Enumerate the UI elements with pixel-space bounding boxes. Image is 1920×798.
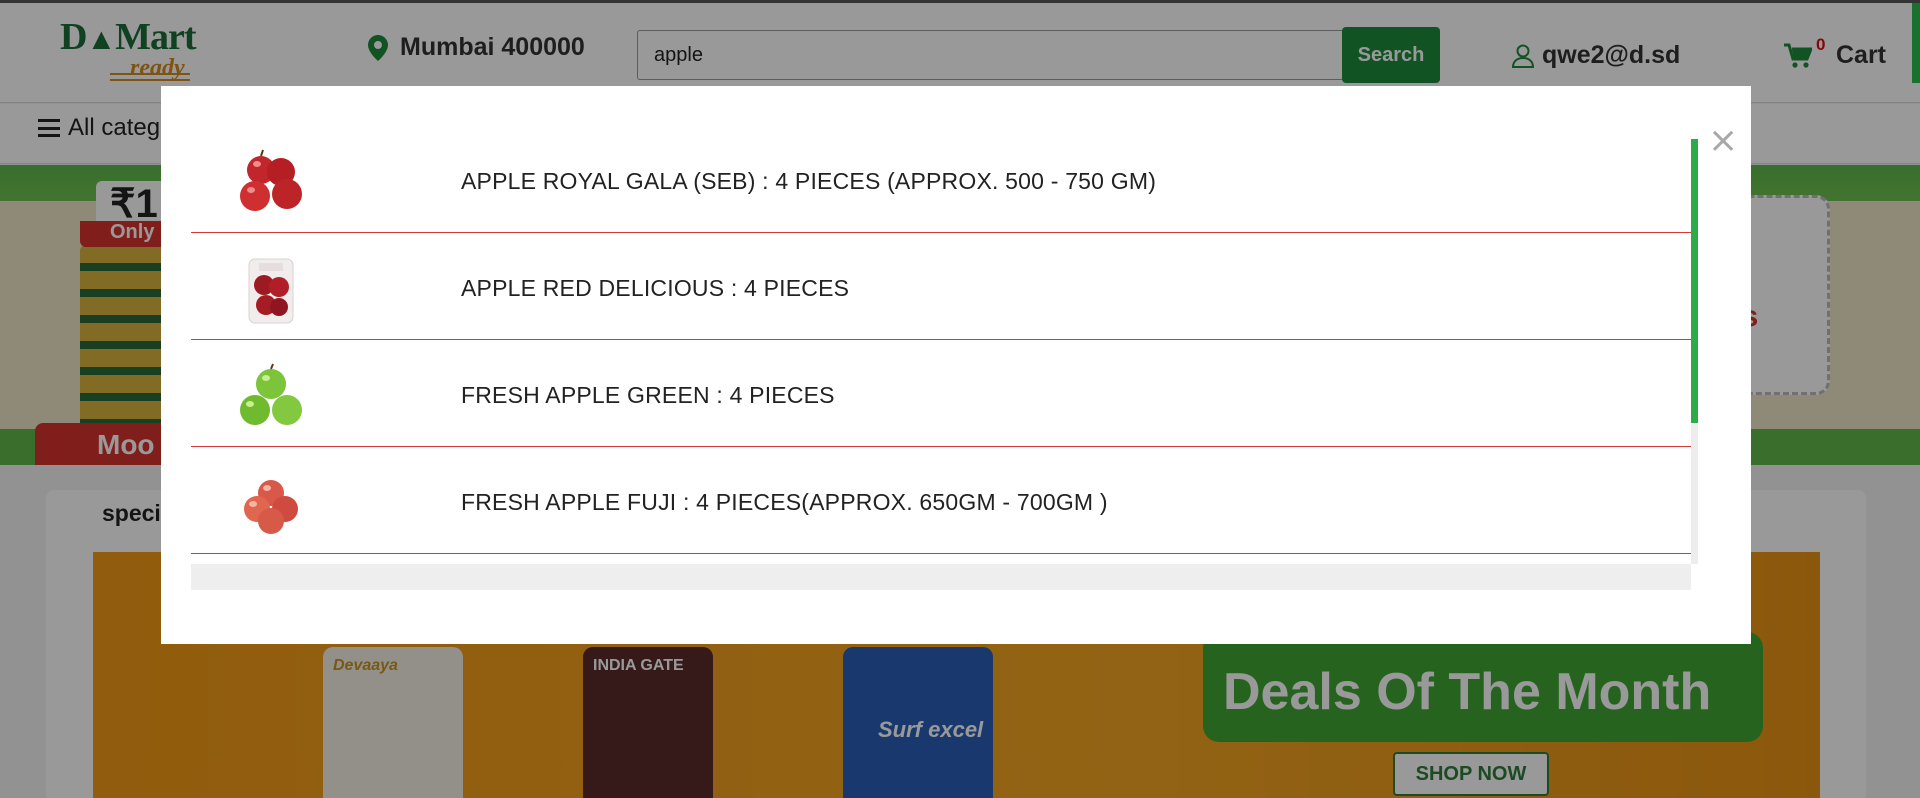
fuji-apples-icon xyxy=(244,480,298,534)
result-name: FRESH APPLE FUJI : 4 PIECES(APPROX. 650G… xyxy=(461,489,1108,515)
search-result-item[interactable]: FRESH APPLE FUJI : 4 PIECES(APPROX. 650G… xyxy=(191,447,1691,554)
results-scrollbar-thumb[interactable] xyxy=(1691,139,1698,423)
results-scroll-footer xyxy=(191,564,1691,590)
result-name: APPLE RED DELICIOUS : 4 PIECES xyxy=(461,275,850,301)
search-results-modal: × APPLE ROYAL GALA (SEB) : 4 PIECES (APP… xyxy=(161,86,1751,644)
result-name: APPLE ROYAL GALA (SEB) : 4 PIECES (APPRO… xyxy=(461,168,1157,194)
search-result-item[interactable]: APPLE RED DELICIOUS : 4 PIECES xyxy=(191,233,1691,340)
green-apples-icon xyxy=(240,363,302,425)
result-name: FRESH APPLE GREEN : 4 PIECES xyxy=(461,382,835,408)
close-icon[interactable]: × xyxy=(1708,123,1738,160)
packed-red-apples-icon xyxy=(248,258,294,324)
red-apples-icon xyxy=(240,149,302,211)
search-results-list: APPLE ROYAL GALA (SEB) : 4 PIECES (APPRO… xyxy=(191,126,1691,556)
search-result-item[interactable]: FRESH APPLE GREEN : 4 PIECES xyxy=(191,340,1691,447)
search-result-item[interactable]: APPLE ROYAL GALA (SEB) : 4 PIECES (APPRO… xyxy=(191,126,1691,233)
